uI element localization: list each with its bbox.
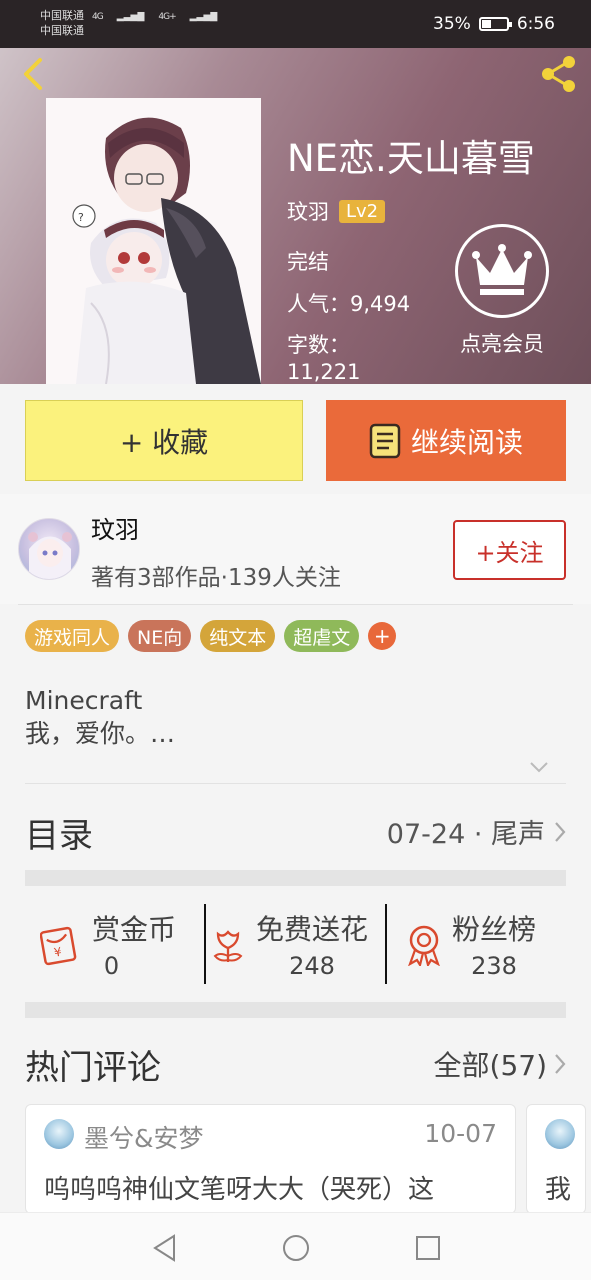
vip-label: 点亮会员 — [460, 332, 544, 356]
section-separator — [25, 870, 566, 886]
reward-coins-button[interactable]: ¥ 赏金币 0 — [40, 904, 190, 984]
word-count-label: 字数： — [287, 333, 350, 357]
signal-1: 4G — [92, 12, 104, 22]
free-flowers-button[interactable]: 免费送花 248 — [210, 904, 385, 984]
carrier-2: 中国联通 — [40, 24, 84, 37]
divider — [18, 604, 573, 605]
stat-label-wrap: 粉丝榜 238 — [452, 908, 536, 980]
tag-list: 游戏同人 NE向 纯文本 超虐文 + — [25, 620, 397, 652]
book-description[interactable]: Minecraft 我，爱你。… — [25, 684, 175, 750]
stat-divider — [385, 904, 387, 984]
carrier-1: 中国联通 — [40, 9, 84, 22]
book-icon — [369, 423, 401, 458]
author-works: 著有3部作品·139人关注 — [91, 565, 341, 591]
expand-description-button[interactable] — [528, 756, 550, 778]
nav-recents-button[interactable] — [413, 1233, 443, 1263]
follow-button[interactable]: +关注 — [453, 520, 566, 580]
battery-percent: 35% — [433, 14, 471, 34]
signal-2: 4G+ — [158, 12, 176, 22]
description-line-2: 我，爱你。… — [25, 719, 176, 748]
stat-label-wrap: 免费送花 248 — [256, 908, 368, 980]
back-button[interactable] — [14, 54, 54, 94]
stat-label-wrap: 赏金币 0 — [92, 908, 176, 980]
signal-indicators: 4G ▂▃▅▇ 4G+ ▂▃▅▇ — [92, 12, 218, 22]
circle-home-icon — [283, 1235, 309, 1261]
add-tag-button[interactable]: + — [368, 622, 397, 650]
all-comments-label: 全部(57) — [433, 1049, 547, 1082]
chevron-down-icon — [530, 762, 548, 773]
flower-icon — [213, 930, 243, 962]
favorite-button[interactable]: + 收藏 — [25, 400, 303, 481]
author-name[interactable]: 玟羽 — [91, 510, 139, 545]
author-avatar[interactable] — [18, 518, 80, 580]
crown-icon — [472, 244, 532, 295]
medal-icon — [408, 925, 440, 966]
book-popularity: 人气：9,494 — [287, 292, 411, 316]
action-bar: + 收藏 继续阅读 — [0, 384, 591, 494]
crown-circle — [455, 224, 549, 318]
avatar-illustration — [28, 532, 72, 579]
book-author-line: 玟羽 Lv2 — [287, 196, 386, 226]
fan-ranking-button[interactable]: 粉丝榜 238 — [404, 904, 564, 984]
level-badge: Lv2 — [339, 199, 386, 223]
book-status: 完结 — [287, 250, 329, 274]
catalog-title[interactable]: 目录 — [25, 808, 93, 857]
comment-date: 10-07 — [424, 1119, 497, 1148]
tag-item[interactable]: 超虐文 — [284, 620, 360, 652]
section-separator — [25, 1002, 566, 1018]
word-count-value: 11,221 — [287, 360, 361, 384]
hot-comments-title: 热门评论 — [25, 1048, 161, 1088]
stat-label: 免费送花 — [256, 913, 369, 946]
book-header: ? NE恋.天山暮雪 玟羽 Lv2 完结 人气：9,494 字数： 11,221… — [0, 48, 591, 384]
carrier-info: 中国联通 中国联通 — [40, 8, 84, 38]
share-icon — [542, 56, 575, 92]
all-comments-link[interactable]: 全部(57) — [434, 1044, 567, 1084]
stat-value: 248 — [289, 952, 335, 980]
status-bar: 中国联通 中国联通 4G ▂▃▅▇ 4G+ ▂▃▅▇ 35% 6:56 — [0, 0, 591, 48]
nav-home-button[interactable] — [281, 1233, 311, 1263]
commenter-avatar[interactable] — [44, 1119, 74, 1149]
tag-item[interactable]: 纯文本 — [200, 620, 276, 652]
book-cover[interactable]: ? — [46, 98, 261, 384]
square-recents-icon — [416, 1236, 440, 1260]
battery-icon — [478, 17, 512, 31]
book-author[interactable]: 玟羽 — [287, 196, 329, 226]
tag-item[interactable]: NE向 — [128, 620, 192, 652]
comment-card[interactable]: 墨兮&安梦 10-07 呜呜呜神仙文笔呀大大（哭死）这 — [25, 1104, 516, 1214]
book-title: NE恋.天山暮雪 — [287, 137, 535, 180]
continue-reading-button[interactable]: 继续阅读 — [326, 400, 566, 481]
latest-chapter: 07-24 · 尾声 — [386, 819, 545, 850]
continue-reading-label: 继续阅读 — [410, 425, 523, 459]
stat-value: 0 — [103, 952, 120, 980]
tag-item[interactable]: 游戏同人 — [25, 620, 120, 652]
vip-button[interactable]: 点亮会员 — [452, 224, 552, 358]
commenter-name[interactable]: 墨兮&安梦 — [84, 1119, 204, 1155]
share-button[interactable] — [536, 52, 580, 96]
book-word-count: 字数： 11,221 — [287, 332, 360, 384]
stat-value: 238 — [471, 952, 517, 980]
chevron-left-icon — [24, 58, 42, 90]
commenter-avatar[interactable] — [545, 1119, 575, 1149]
chevron-right-icon — [555, 821, 566, 842]
clock: 6:56 — [516, 14, 555, 34]
stat-label: 粉丝榜 — [452, 913, 537, 946]
description-line-1: Minecraft — [25, 686, 143, 715]
comment-text: 我 — [545, 1175, 572, 1205]
chevron-right-icon — [555, 1054, 566, 1074]
stat-label: 赏金币 — [92, 913, 177, 946]
status-right: 35% 6:56 — [433, 14, 555, 34]
triangle-back-icon — [153, 1234, 175, 1262]
stat-divider — [204, 904, 206, 984]
comment-text: 呜呜呜神仙文笔呀大大（哭死）这 — [44, 1175, 435, 1205]
latest-chapter-link[interactable]: 07-24 · 尾声 — [387, 812, 567, 851]
svg-text:?: ? — [78, 211, 84, 224]
author-card: 玟羽 著有3部作品·139人关注 +关注 — [0, 494, 591, 604]
system-nav-bar — [0, 1212, 591, 1280]
divider — [25, 783, 566, 784]
comment-card[interactable]: 我 — [526, 1104, 586, 1214]
cover-illustration: ? — [46, 98, 261, 384]
nav-back-button[interactable] — [150, 1233, 180, 1263]
